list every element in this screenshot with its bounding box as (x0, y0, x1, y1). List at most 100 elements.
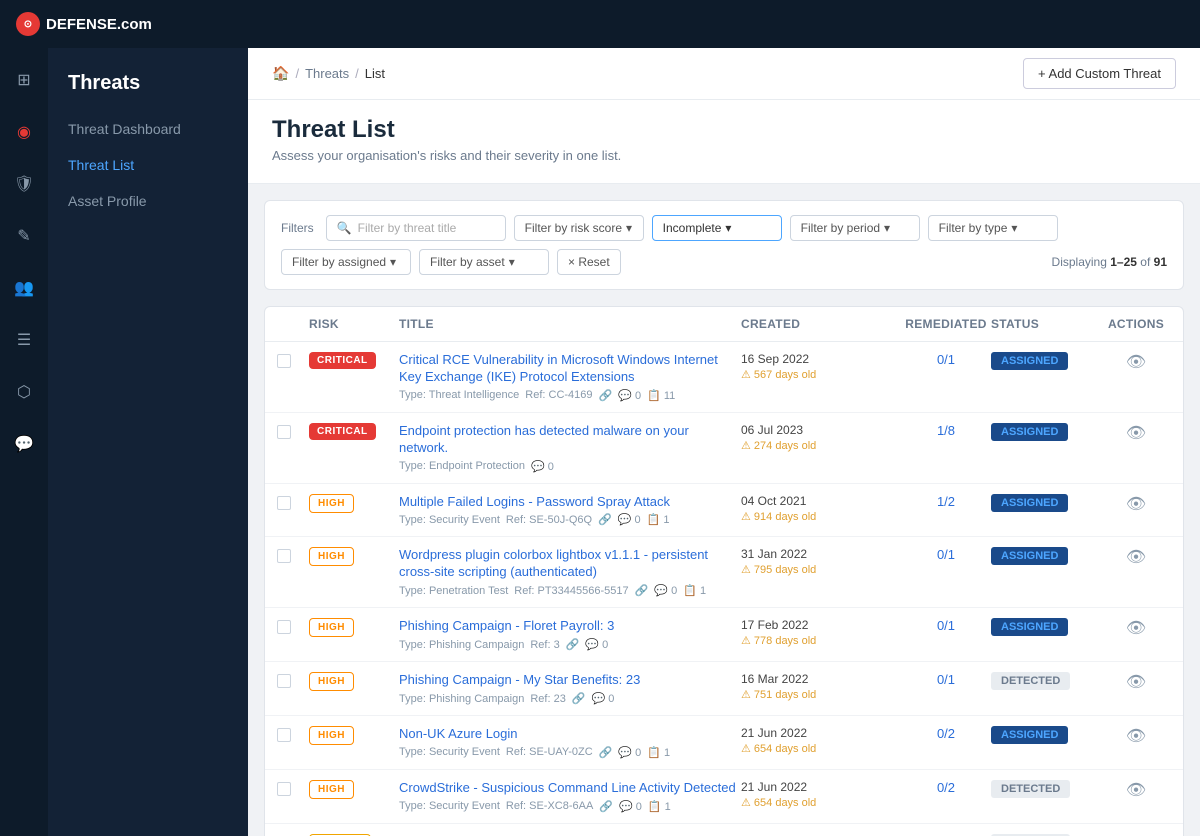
date-created: 31 Jan 2022 (741, 547, 901, 561)
table-row: HIGH Phishing Campaign - Floret Payroll:… (265, 608, 1183, 662)
table-row: CRITICAL Critical RCE Vulnerability in M… (265, 342, 1183, 413)
view-icon[interactable]: 👁 (1126, 496, 1146, 513)
sidebar-icon-grid[interactable]: ⊞ (8, 64, 40, 96)
remediated-count: 0/1 (937, 672, 955, 687)
sidebar-item-asset-profile[interactable]: Asset Profile (48, 183, 248, 219)
breadcrumb-current: List (365, 66, 385, 81)
table-row: CRITICAL Endpoint protection has detecte… (265, 413, 1183, 484)
view-icon[interactable]: 👁 (1126, 782, 1146, 799)
view-icon[interactable]: 👁 (1126, 620, 1146, 637)
row-checkbox[interactable] (277, 620, 291, 634)
threat-title-link[interactable]: CrowdStrike - Suspicious Command Line Ac… (399, 780, 741, 797)
icon-sidebar: ⊞ ◉ 🛡 ✎ 👥 ☰ ⬡ 💬 (0, 48, 48, 836)
search-filter[interactable]: 🔍 Filter by threat title (326, 215, 506, 241)
search-icon: 🔍 (337, 221, 352, 235)
sidebar-icon-edit[interactable]: ✎ (8, 220, 40, 252)
row-checkbox[interactable] (277, 674, 291, 688)
logo-text: DEFENSE.com (46, 16, 152, 33)
page-title: Threat List (272, 116, 1176, 144)
row-checkbox[interactable] (277, 496, 291, 510)
remediated-count: 0/1 (937, 618, 955, 633)
logo-icon: ⊙ (16, 12, 40, 36)
row-checkbox[interactable] (277, 549, 291, 563)
type-filter[interactable]: Filter by type ▾ (928, 215, 1058, 241)
chevron-down-icon: ▾ (884, 221, 890, 235)
header-created: Created (741, 317, 901, 331)
date-created: 21 Jun 2022 (741, 780, 901, 794)
logo: ⊙ DEFENSE.com (16, 12, 152, 36)
sidebar-item-threat-dashboard[interactable]: Threat Dashboard (48, 111, 248, 147)
page-subtitle: Assess your organisation's risks and the… (272, 148, 1176, 163)
breadcrumb-bar: 🏠 / Threats / List + Add Custom Threat (248, 48, 1200, 100)
sidebar-icon-users[interactable]: 👥 (8, 272, 40, 304)
nav-sidebar: Threats Threat Dashboard Threat List Ass… (48, 48, 248, 836)
reset-button[interactable]: × Reset (557, 249, 621, 275)
risk-badge: HIGH (309, 780, 354, 799)
view-icon[interactable]: 👁 (1126, 549, 1146, 566)
date-created: 06 Jul 2023 (741, 423, 901, 437)
row-checkbox[interactable] (277, 425, 291, 439)
row-checkbox[interactable] (277, 728, 291, 742)
remediated-count: 1/2 (937, 494, 955, 509)
threat-title-link[interactable]: Phishing Campaign - My Star Benefits: 23 (399, 672, 741, 689)
sidebar-icon-threats[interactable]: ◉ (8, 116, 40, 148)
header-risk: Risk (309, 317, 399, 331)
days-old: ⚠ 795 days old (741, 563, 901, 576)
row-checkbox[interactable] (277, 354, 291, 368)
threat-meta: Type: Endpoint Protection 💬 0 (399, 460, 741, 473)
view-icon[interactable]: 👁 (1126, 425, 1146, 442)
status-badge: ASSIGNED (991, 547, 1068, 565)
risk-badge: HIGH (309, 726, 354, 745)
assigned-filter[interactable]: Filter by assigned ▾ (281, 249, 411, 275)
status-filter[interactable]: Incomplete ▾ (652, 215, 782, 241)
header-title: Title (399, 317, 741, 331)
breadcrumb-threats[interactable]: Threats (305, 66, 349, 81)
view-icon[interactable]: 👁 (1126, 674, 1146, 691)
view-icon[interactable]: 👁 (1126, 728, 1146, 745)
threat-title-link[interactable]: Endpoint protection has detected malware… (399, 423, 741, 457)
filters-label: Filters (281, 221, 314, 235)
threat-meta: Type: Security Event Ref: SE-XC8-6AA 🔗💬 … (399, 800, 741, 813)
sidebar-icon-list[interactable]: ☰ (8, 324, 40, 356)
risk-badge: HIGH (309, 618, 354, 637)
sidebar-icon-nodes[interactable]: ⬡ (8, 376, 40, 408)
threat-meta: Type: Threat Intelligence Ref: CC-4169 🔗… (399, 389, 741, 402)
top-bar: ⊙ DEFENSE.com (0, 0, 1200, 48)
row-checkbox[interactable] (277, 782, 291, 796)
threat-table: Risk Title Created Remediated Status Act… (264, 306, 1184, 836)
threat-title-link[interactable]: Critical RCE Vulnerability in Microsoft … (399, 352, 741, 386)
sidebar-icon-chat[interactable]: 💬 (8, 428, 40, 460)
table-header: Risk Title Created Remediated Status Act… (265, 307, 1183, 342)
header-remediated: Remediated (901, 317, 991, 331)
sidebar-icon-shield[interactable]: 🛡 (8, 168, 40, 200)
period-filter[interactable]: Filter by period ▾ (790, 215, 920, 241)
status-badge: DETECTED (991, 780, 1070, 798)
risk-score-filter[interactable]: Filter by risk score ▾ (514, 215, 644, 241)
main-content: 🏠 / Threats / List + Add Custom Threat T… (248, 48, 1200, 836)
remediated-count: 0/1 (937, 547, 955, 562)
threat-title-link[interactable]: Multiple Failed Logins - Password Spray … (399, 494, 741, 511)
table-row: MEDIUM www.unpatched.it #26681: Apache H… (265, 824, 1183, 836)
table-row: HIGH CrowdStrike - Suspicious Command Li… (265, 770, 1183, 824)
threat-title-link[interactable]: Phishing Campaign - Floret Payroll: 3 (399, 618, 741, 635)
status-badge: DETECTED (991, 672, 1070, 690)
sidebar-item-threat-list[interactable]: Threat List (48, 147, 248, 183)
days-old: ⚠ 751 days old (741, 688, 901, 701)
page-header: Threat List Assess your organisation's r… (248, 100, 1200, 184)
threat-title-link[interactable]: Non-UK Azure Login (399, 726, 741, 743)
asset-filter[interactable]: Filter by asset ▾ (419, 249, 549, 275)
status-badge: ASSIGNED (991, 726, 1068, 744)
date-created: 17 Feb 2022 (741, 618, 901, 632)
threat-title-link[interactable]: Wordpress plugin colorbox lightbox v1.1.… (399, 547, 741, 581)
remediated-count: 0/2 (937, 726, 955, 741)
add-custom-threat-button[interactable]: + Add Custom Threat (1023, 58, 1176, 89)
header-actions: Actions (1101, 317, 1171, 331)
remediated-count: 0/2 (937, 780, 955, 795)
chevron-down-icon: ▾ (1011, 221, 1017, 235)
breadcrumb-home[interactable]: 🏠 (272, 65, 289, 82)
remediated-count: 0/1 (937, 352, 955, 367)
threat-meta: Type: Phishing Campaign Ref: 3 🔗💬 0 (399, 638, 741, 651)
status-badge: ASSIGNED (991, 352, 1068, 370)
date-created: 16 Mar 2022 (741, 672, 901, 686)
view-icon[interactable]: 👁 (1126, 354, 1146, 371)
